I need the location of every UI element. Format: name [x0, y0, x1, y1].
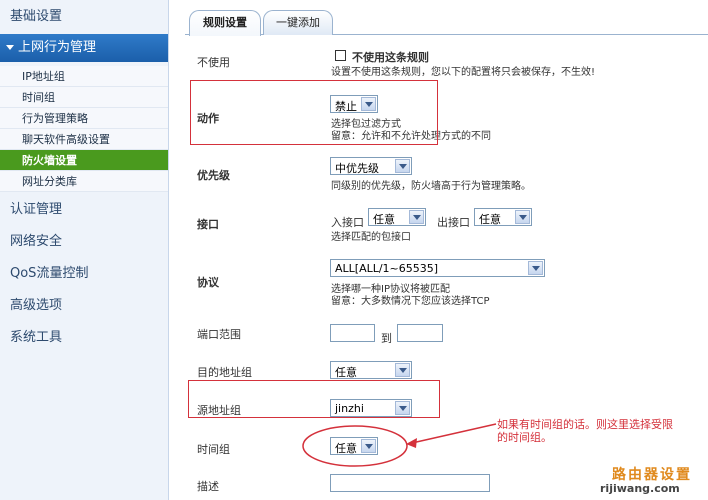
chevron-down-icon	[515, 210, 530, 224]
protocol-label: 协议	[197, 276, 219, 289]
sidebar-item-ip-group[interactable]: IP地址组	[0, 66, 168, 87]
action-note: 留意：允许和不允许处理方式的不同	[331, 131, 491, 142]
chevron-down-icon	[528, 261, 543, 275]
sidebar-item-firewall-settings[interactable]: 防火墙设置	[0, 150, 168, 171]
sidebar-item-basic-settings[interactable]: 基础设置	[0, 2, 168, 32]
description-input[interactable]	[330, 474, 490, 492]
annotation-arrow-line	[411, 423, 497, 444]
priority-hint: 同级别的优先级，防火墙高于行为管理策略。	[331, 181, 531, 192]
in-interface-select[interactable]: 任意	[368, 208, 426, 226]
sidebar-section-label: 上网行为管理	[18, 40, 97, 55]
sidebar-item-chat-advanced[interactable]: 聊天软件高级设置	[0, 129, 168, 150]
interface-hint: 选择匹配的包接口	[331, 232, 411, 243]
sidebar-item-url-category[interactable]: 网址分类库	[0, 171, 168, 192]
sidebar-section-behavior-management[interactable]: 上网行为管理	[0, 34, 168, 62]
port-to-label: 到	[381, 332, 392, 345]
action-label: 动作	[197, 112, 219, 125]
sidebar-item-auth-management[interactable]: 认证管理	[0, 194, 168, 226]
priority-label: 优先级	[197, 169, 230, 182]
disable-rule-checkbox[interactable]	[335, 50, 346, 61]
protocol-select-value: ALL[ALL/1~65535]	[335, 262, 439, 275]
tab-quick-add[interactable]: 一键添加	[263, 10, 333, 35]
description-label: 描述	[197, 480, 219, 493]
sidebar-item-time-group[interactable]: 时间组	[0, 87, 168, 108]
disable-label: 不使用	[197, 56, 230, 69]
highlight-ellipse-time-group	[302, 425, 408, 467]
port-end-input[interactable]	[397, 324, 443, 342]
sidebar-item-network-security[interactable]: 网络安全	[0, 226, 168, 258]
protocol-select[interactable]: ALL[ALL/1~65535]	[330, 259, 545, 277]
watermark-title: 路由器设置	[612, 467, 692, 483]
interface-label: 接口	[197, 218, 219, 231]
chevron-down-icon	[6, 45, 14, 50]
annotation-line-1: 如果有时间组的话。则这里选择受限	[497, 418, 673, 431]
port-range-label: 端口范围	[197, 328, 241, 341]
port-start-input[interactable]	[330, 324, 375, 342]
watermark-url: rijiwang.com	[600, 482, 680, 495]
dst-group-select[interactable]: 任意	[330, 361, 412, 379]
protocol-note: 留意：大多数情况下您应该选择TCP	[331, 296, 490, 307]
action-select-value: 禁止	[335, 100, 357, 113]
chevron-down-icon	[395, 159, 410, 173]
sidebar-item-qos[interactable]: QoS流量控制	[0, 258, 168, 290]
chevron-down-icon	[395, 363, 410, 377]
tab-rule-settings[interactable]: 规则设置	[189, 10, 261, 36]
in-interface-value: 任意	[373, 213, 395, 226]
annotation-line-2: 的时间组。	[497, 431, 552, 444]
src-group-label: 源地址组	[197, 404, 241, 417]
out-interface-select[interactable]: 任意	[474, 208, 532, 226]
sidebar: 基础设置 上网行为管理 IP地址组 时间组 行为管理策略 聊天软件高级设置 防火…	[0, 0, 169, 500]
sidebar-item-advanced[interactable]: 高级选项	[0, 290, 168, 322]
dst-group-value: 任意	[335, 366, 357, 379]
priority-select[interactable]: 中优先级	[330, 157, 412, 175]
dst-group-label: 目的地址组	[197, 366, 252, 379]
out-interface-label: 出接口	[437, 216, 470, 229]
time-group-label: 时间组	[197, 443, 230, 456]
chevron-down-icon	[361, 97, 376, 111]
priority-select-value: 中优先级	[335, 162, 379, 175]
disable-hint: 设置不使用这条规则，您以下的配置将只会被保存，不生效!	[331, 67, 596, 78]
sidebar-item-behavior-policy[interactable]: 行为管理策略	[0, 108, 168, 129]
action-select[interactable]: 禁止	[330, 95, 378, 113]
chevron-down-icon	[409, 210, 424, 224]
out-interface-value: 任意	[479, 213, 501, 226]
sidebar-item-system-tools[interactable]: 系统工具	[0, 322, 168, 354]
